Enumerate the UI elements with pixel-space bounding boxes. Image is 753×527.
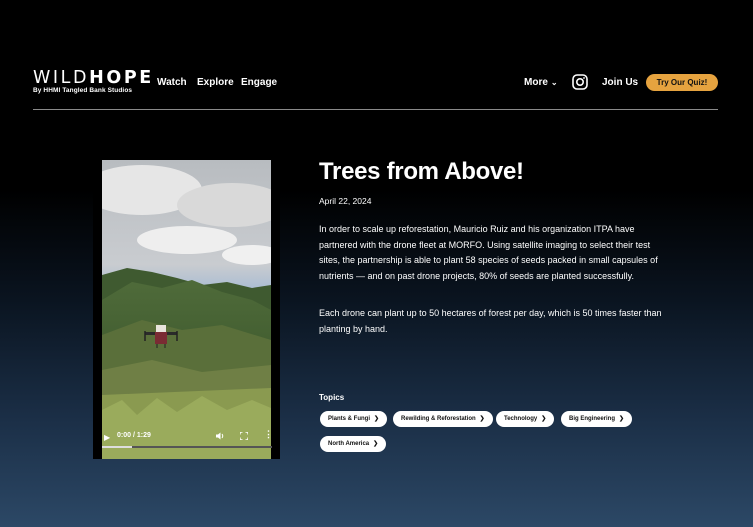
- chevron-right-icon: ❯: [479, 416, 485, 422]
- topic-tag-plants-fungi[interactable]: Plants & Fungi ❯: [320, 411, 388, 427]
- video-progress-fill: [102, 446, 132, 448]
- article-date: April 22, 2024: [319, 196, 372, 206]
- instagram-icon[interactable]: [572, 74, 588, 90]
- nav-more-label: More: [524, 77, 548, 88]
- chevron-right-icon: ❯: [541, 416, 547, 422]
- chevron-right-icon: ❯: [374, 416, 380, 422]
- video-progress-bar[interactable]: [102, 446, 272, 448]
- wildhope-logo[interactable]: WILDHOPE By HHMI Tangled Bank Studios: [33, 68, 154, 94]
- topic-tag-rewilding[interactable]: Rewilding & Reforestation ❯: [393, 411, 493, 427]
- site-header: WILDHOPE By HHMI Tangled Bank Studios Wa…: [33, 68, 718, 110]
- article-title: Trees from Above!: [319, 158, 524, 185]
- topic-tag-technology[interactable]: Technology ❯: [496, 411, 555, 427]
- video-frame-drone-over-hills: [102, 160, 271, 459]
- article-paragraph: In order to scale up reforestation, Maur…: [319, 224, 658, 281]
- chevron-right-icon: ❯: [619, 416, 625, 422]
- topics-heading: Topics: [319, 393, 345, 402]
- video-time: 0:00 / 1:29: [117, 432, 151, 439]
- article-paragraph: Each drone can plant up to 50 hectares o…: [319, 308, 662, 334]
- logo-wordmark: WILDHOPE: [33, 68, 154, 88]
- volume-icon[interactable]: [215, 431, 225, 441]
- join-us-link[interactable]: Join Us: [602, 77, 638, 88]
- more-options-icon[interactable]: ⋮: [264, 430, 273, 439]
- video-player[interactable]: ▶ 0:00 / 1:29 ⋮: [93, 159, 280, 459]
- try-quiz-button[interactable]: Try Our Quiz!: [646, 74, 718, 91]
- video-controls: ▶ 0:00 / 1:29 ⋮: [93, 419, 280, 459]
- logo-subtitle: By HHMI Tangled Bank Studios: [33, 87, 133, 94]
- nav-explore[interactable]: Explore: [197, 77, 234, 88]
- fullscreen-icon[interactable]: [240, 432, 248, 440]
- topic-tag-north-america[interactable]: North America ❯: [320, 436, 387, 452]
- topic-tag-big-engineering[interactable]: Big Engineering ❯: [561, 411, 633, 427]
- nav-watch[interactable]: Watch: [157, 77, 187, 88]
- play-icon[interactable]: ▶: [104, 433, 110, 442]
- nav-engage[interactable]: Engage: [241, 77, 277, 88]
- chevron-right-icon: ❯: [373, 441, 379, 447]
- nav-more-menu[interactable]: More ⌄: [524, 77, 558, 88]
- chevron-down-icon: ⌄: [550, 78, 558, 87]
